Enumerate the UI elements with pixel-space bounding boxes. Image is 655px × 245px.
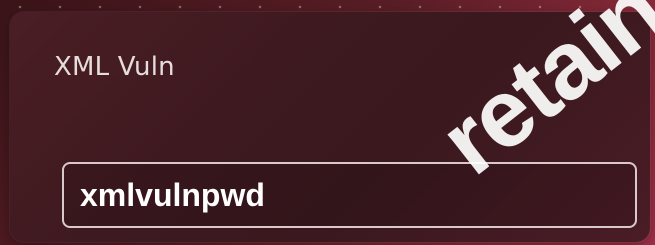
password-field[interactable]: xmlvulnpwd [62, 162, 637, 228]
dialog-title: XML Vuln [54, 52, 175, 82]
desktop-backdrop [0, 4, 655, 10]
credential-dialog: XML Vuln xmlvulnpwd [10, 12, 650, 242]
password-field-value: xmlvulnpwd [80, 176, 265, 213]
